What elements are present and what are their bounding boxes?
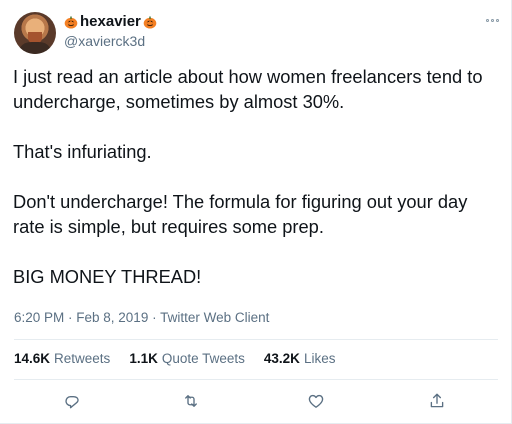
reply-icon [65, 395, 79, 409]
quote-tweets-label: Quote Tweets [161, 351, 245, 366]
pumpkin-icon [143, 15, 157, 29]
share-icon [430, 393, 444, 408]
tweet-card: hexavier @xavierck3d I just read an arti… [0, 0, 512, 424]
heart-icon [308, 394, 324, 408]
more-dot [490, 18, 494, 22]
retweets-label: Retweets [54, 351, 111, 366]
retweets-stat[interactable]: 14.6K Retweets [14, 350, 110, 368]
tweet-paragraph: BIG MONEY THREAD! [13, 266, 202, 287]
retweet-icon [185, 395, 197, 407]
tweet-stats: 14.6K Retweets 1.1K Quote Tweets 43.2K L… [14, 350, 335, 368]
display-name-row[interactable]: hexavier [64, 13, 157, 31]
divider [14, 339, 498, 340]
quote-tweets-count: 1.1K [129, 351, 158, 366]
quote-tweets-stat[interactable]: 1.1K Quote Tweets [129, 350, 245, 368]
like-button[interactable] [306, 391, 326, 411]
pumpkin-icon [64, 15, 78, 29]
more-dot [485, 18, 489, 22]
likes-stat[interactable]: 43.2K Likes [264, 350, 336, 368]
display-name[interactable]: hexavier [80, 13, 141, 31]
tweet-paragraph: I just read an article about how women f… [13, 66, 483, 112]
avatar[interactable] [14, 12, 56, 54]
tweet-paragraph: Don't undercharge! The formula for figur… [13, 191, 468, 237]
share-button[interactable] [427, 391, 447, 411]
user-handle[interactable]: @xavierck3d [64, 32, 145, 50]
more-dot [495, 18, 499, 22]
avatar-shirt [20, 42, 50, 54]
retweet-button[interactable] [181, 391, 201, 411]
reply-button[interactable] [62, 391, 82, 411]
divider [14, 379, 498, 380]
tweet-text: I just read an article about how women f… [13, 64, 500, 289]
likes-label: Likes [303, 351, 336, 366]
tweet-timestamp[interactable]: 6:20 PM · Feb 8, 2019 · Twitter Web Clie… [14, 309, 269, 327]
more-icon[interactable] [484, 16, 500, 24]
tweet-paragraph: That's infuriating. [13, 141, 152, 162]
retweets-count: 14.6K [14, 351, 51, 366]
likes-count: 43.2K [263, 351, 300, 366]
action-bar [0, 389, 512, 413]
